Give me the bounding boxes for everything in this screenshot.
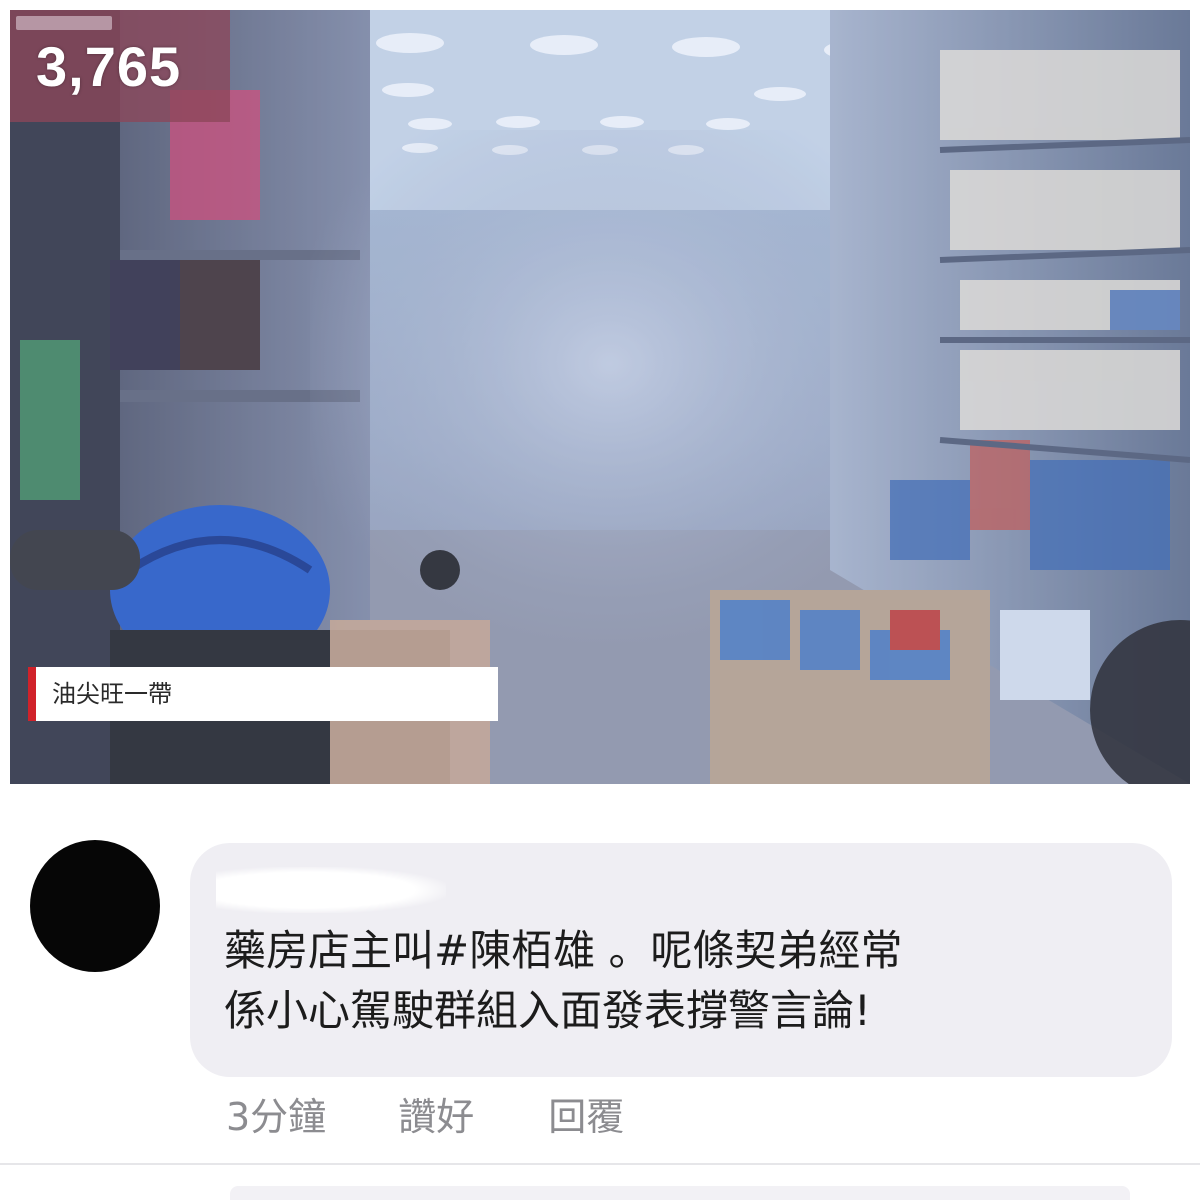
live-viewer-count-badge: 3,765 <box>10 10 230 122</box>
comment-bubble: 藥房店主叫#陳栢雄 。呢條契弟經常 係小心駕駛群組入面發表撐警言論! <box>190 843 1172 1077</box>
redacted-author-name <box>216 867 446 913</box>
avatar[interactable] <box>30 840 160 972</box>
next-comment-bubble-edge <box>230 1186 1130 1200</box>
comment-line: 藥房店主叫#陳栢雄 。呢條契弟經常 <box>224 926 903 975</box>
viewer-count: 3,765 <box>36 35 182 98</box>
comment-line: 係小心駕駛群組入面發表撐警言論! <box>224 986 871 1035</box>
location-caption: 油尖旺一帶 <box>28 667 498 721</box>
news-video-frame: 3,765 油尖旺一帶 <box>10 10 1190 784</box>
comment-timestamp[interactable]: 3分鐘 <box>226 1086 326 1141</box>
divider <box>0 1163 1200 1165</box>
like-button[interactable]: 讚好 <box>398 1086 474 1141</box>
comment-text: 藥房店主叫#陳栢雄 。呢條契弟經常 係小心駕駛群組入面發表撐警言論! <box>224 921 1154 1041</box>
comment-actions: 3分鐘 讚好 回覆 <box>226 1083 624 1143</box>
reply-button[interactable]: 回覆 <box>548 1086 624 1141</box>
viewer-label-tag <box>16 16 112 30</box>
